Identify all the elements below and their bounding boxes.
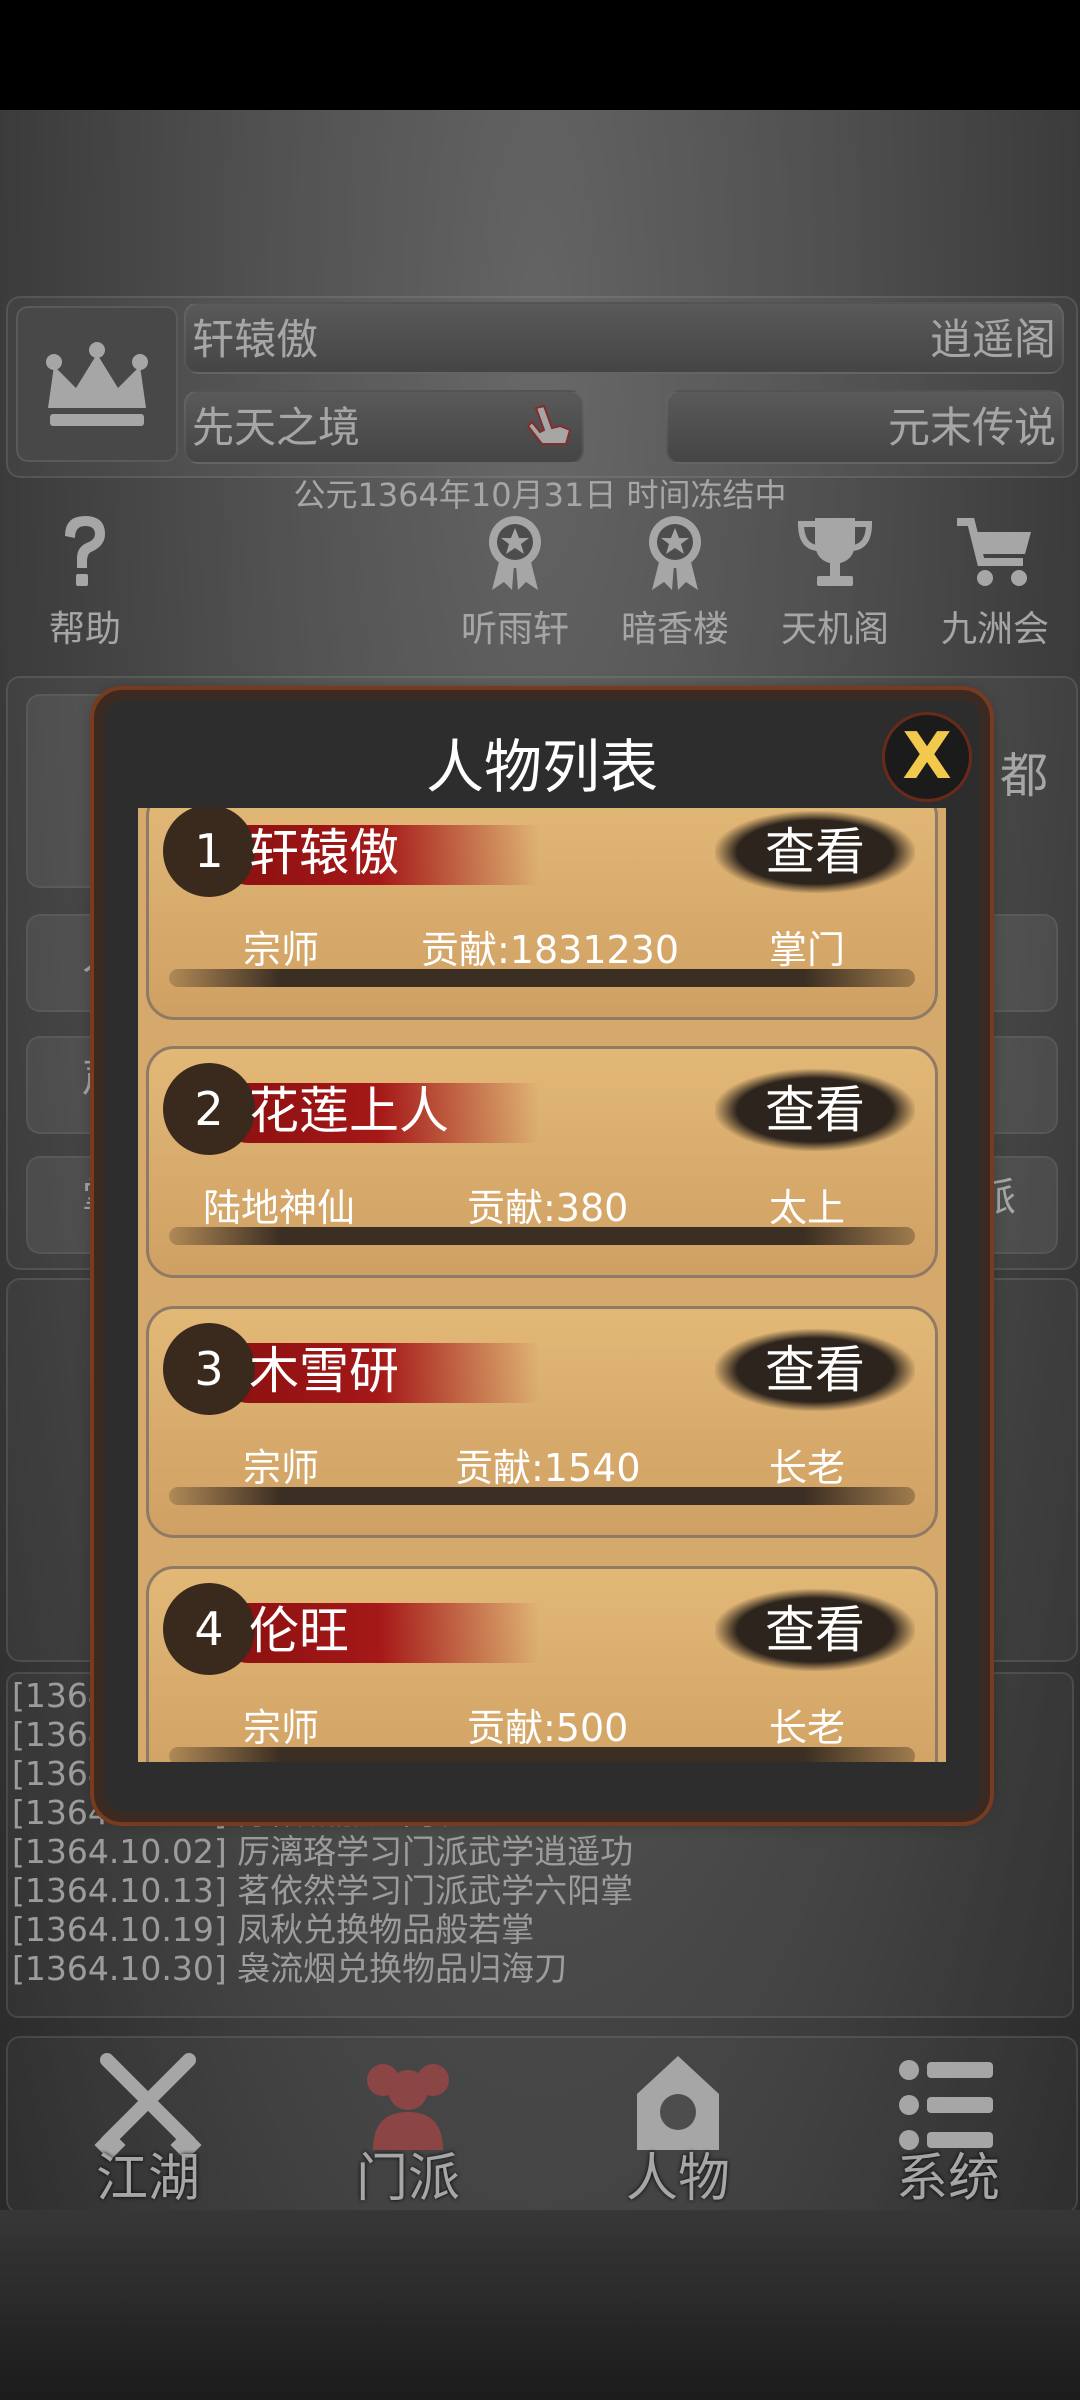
rank-badge: 4 xyxy=(163,1583,255,1675)
close-icon: X xyxy=(902,720,952,794)
member-card: 4 伦旺 查看 宗师 贡献:500 长老 xyxy=(146,1566,938,1762)
rank-badge: 1 xyxy=(163,808,255,897)
member-name: 轩辕傲 xyxy=(249,824,399,882)
member-name: 伦旺 xyxy=(249,1602,349,1660)
dialog-title: 人物列表 xyxy=(425,733,658,801)
member-realm: 陆地神仙 xyxy=(203,1186,356,1230)
rank-badge: 3 xyxy=(163,1323,255,1415)
character-list-dialog: 人物列表 X 1 轩辕傲 查看 宗师 贡献:1831230 掌门 2 花莲上人 … xyxy=(104,700,980,1812)
ink-divider xyxy=(169,1227,915,1245)
view-button[interactable]: 查看 xyxy=(715,1589,915,1671)
member-contribution: 贡献:1540 xyxy=(455,1446,641,1490)
member-position: 长老 xyxy=(769,1706,846,1750)
member-name: 花莲上人 xyxy=(249,1082,449,1140)
ink-divider xyxy=(169,969,915,987)
member-realm: 宗师 xyxy=(243,928,320,972)
member-list[interactable]: 1 轩辕傲 查看 宗师 贡献:1831230 掌门 2 花莲上人 查看 陆地神仙… xyxy=(138,808,946,1762)
ink-divider xyxy=(169,1747,915,1762)
view-button[interactable]: 查看 xyxy=(715,1329,915,1411)
view-button[interactable]: 查看 xyxy=(715,811,915,893)
rank-badge: 2 xyxy=(163,1063,255,1155)
member-card: 1 轩辕傲 查看 宗师 贡献:1831230 掌门 xyxy=(146,808,938,1020)
member-position: 长老 xyxy=(769,1446,846,1490)
member-position: 掌门 xyxy=(769,928,846,972)
member-realm: 宗师 xyxy=(243,1446,320,1490)
view-button[interactable]: 查看 xyxy=(715,1069,915,1151)
member-contribution: 贡献:500 xyxy=(467,1706,629,1750)
close-button[interactable]: X xyxy=(882,712,972,802)
member-position: 太上 xyxy=(769,1186,846,1230)
member-contribution: 贡献:1831230 xyxy=(421,928,680,972)
member-contribution: 贡献:380 xyxy=(467,1186,629,1230)
member-card: 2 花莲上人 查看 陆地神仙 贡献:380 太上 xyxy=(146,1046,938,1278)
ink-divider xyxy=(169,1487,915,1505)
member-realm: 宗师 xyxy=(243,1706,320,1750)
member-card: 3 木雪研 查看 宗师 贡献:1540 长老 xyxy=(146,1306,938,1538)
member-name: 木雪研 xyxy=(249,1342,399,1400)
